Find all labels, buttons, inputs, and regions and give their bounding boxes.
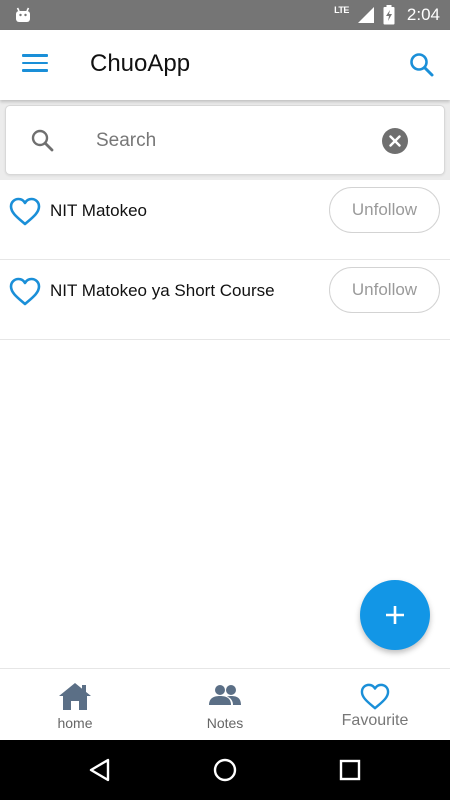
search-bar [5, 105, 445, 175]
nav-item-home[interactable]: home [0, 669, 150, 741]
system-navigation-bar [0, 740, 450, 800]
followed-list: NIT Matokeo Unfollow NIT Matokeo ya Shor… [0, 180, 450, 340]
heart-icon [360, 683, 390, 710]
unfollow-button[interactable]: Unfollow [329, 267, 440, 313]
search-icon[interactable] [408, 51, 436, 79]
status-bar: LTE 2:04 [0, 0, 450, 30]
add-fab-button[interactable] [360, 580, 430, 650]
menu-icon[interactable] [22, 54, 48, 76]
app-screen: LTE 2:04 ChuoApp Search NIT Matokeo Unfo… [0, 0, 450, 800]
nav-item-notes[interactable]: Notes [150, 669, 300, 741]
search-icon [30, 128, 56, 154]
status-clock: 2:04 [406, 5, 440, 24]
heart-icon[interactable] [9, 277, 41, 307]
back-icon[interactable] [86, 756, 114, 784]
status-indicators: LTE 2:04 [334, 0, 440, 30]
item-title: NIT Matokeo ya Short Course [50, 281, 275, 300]
nav-item-favourite[interactable]: Favourite [300, 669, 450, 741]
bottom-navigation: home Notes Favourite [0, 668, 450, 740]
android-notification-icon [14, 6, 32, 24]
nav-label-favourite: Favourite [341, 712, 409, 729]
network-type: LTE [334, 5, 349, 15]
home-icon [59, 683, 91, 710]
unfollow-button[interactable]: Unfollow [329, 187, 440, 233]
signal-icon [357, 7, 374, 23]
people-icon [209, 685, 241, 705]
item-title: NIT Matokeo [50, 201, 148, 220]
nav-label-home: home [57, 715, 93, 731]
search-input[interactable] [96, 120, 366, 162]
list-item[interactable]: NIT Matokeo Unfollow [0, 180, 450, 260]
app-bar: ChuoApp [0, 30, 450, 100]
home-circle-icon[interactable] [211, 756, 239, 784]
battery-icon [383, 5, 395, 25]
heart-icon[interactable] [9, 197, 41, 227]
app-title: ChuoApp [90, 50, 191, 77]
recents-icon[interactable] [336, 756, 364, 784]
plus-icon [386, 606, 404, 624]
search-area [0, 100, 450, 180]
list-item[interactable]: NIT Matokeo ya Short Course Unfollow [0, 260, 450, 340]
clear-search-icon[interactable] [382, 128, 408, 154]
nav-label-notes: Notes [206, 715, 244, 731]
